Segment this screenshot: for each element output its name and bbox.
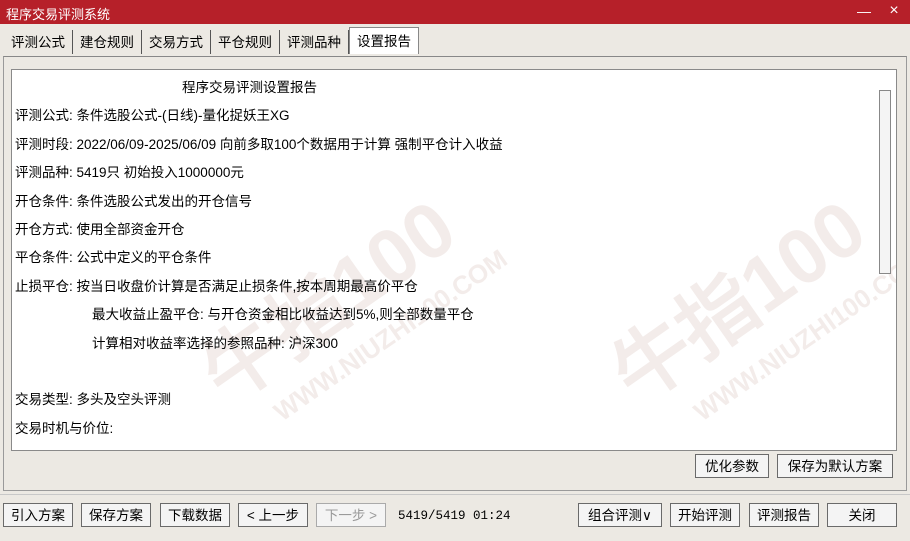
report-line: 平仓条件: 公式中定义的平仓条件 bbox=[15, 250, 212, 265]
vertical-scrollbar[interactable] bbox=[876, 70, 893, 450]
close-icon[interactable]: × bbox=[884, 1, 904, 21]
report-line: 交易时机与价位: bbox=[15, 421, 114, 436]
tab-close-rules[interactable]: 平仓规则 bbox=[211, 30, 280, 54]
report-line: 评测品种: 5419只 初始投入1000000元 bbox=[15, 165, 244, 180]
watermark-logo-2: 牛指100 bbox=[596, 182, 881, 420]
scrollbar-thumb[interactable] bbox=[879, 90, 891, 274]
report-textarea[interactable]: 牛指100 牛指100 WWW.NIUZHI100.COM WWW.NIUZHI… bbox=[11, 69, 897, 451]
close-button[interactable]: 关闭 bbox=[827, 503, 897, 527]
eval-report-button[interactable]: 评测报告 bbox=[749, 503, 819, 527]
optimize-params-button[interactable]: 优化参数 bbox=[695, 454, 769, 478]
tab-formula[interactable]: 评测公式 bbox=[4, 30, 73, 54]
tab-symbols[interactable]: 评测品种 bbox=[280, 30, 349, 54]
divider bbox=[0, 494, 910, 495]
report-line: 评测时段: 2022/06/09-2025/06/09 向前多取100个数据用于… bbox=[15, 137, 503, 152]
tab-settings-report[interactable]: 设置报告 bbox=[349, 27, 419, 54]
progress-status: 5419/5419 01:24 bbox=[398, 509, 511, 523]
report-line: 开仓方式: 使用全部资金开仓 bbox=[15, 222, 185, 237]
watermark-url-2: WWW.NIUZHI100.COM bbox=[688, 243, 897, 427]
report-line: 交易类型: 多头及空头评测 bbox=[15, 392, 172, 407]
download-data-button[interactable]: 下载数据 bbox=[160, 503, 230, 527]
import-scheme-button[interactable]: 引入方案 bbox=[3, 503, 73, 527]
start-eval-button[interactable]: 开始评测 bbox=[670, 503, 740, 527]
settings-report-panel: 牛指100 牛指100 WWW.NIUZHI100.COM WWW.NIUZHI… bbox=[3, 56, 907, 491]
title-bar: 程序交易评测系统 — × bbox=[0, 0, 910, 24]
tab-trade-method[interactable]: 交易方式 bbox=[142, 30, 211, 54]
report-line: 计算相对收益率选择的参照品种: 沪深300 bbox=[92, 336, 339, 351]
prev-step-button[interactable]: < 上一步 bbox=[238, 503, 308, 527]
report-line: 评测公式: 条件选股公式-(日线)-量化捉妖王XG bbox=[15, 108, 290, 123]
report-line: 止损平仓: 按当日收盘价计算是否满足止损条件,按本周期最高价平仓 bbox=[15, 279, 418, 294]
minimize-icon[interactable]: — bbox=[854, 1, 874, 21]
save-scheme-button[interactable]: 保存方案 bbox=[81, 503, 151, 527]
save-default-button[interactable]: 保存为默认方案 bbox=[777, 454, 893, 478]
tab-bar: 评测公式 建仓规则 交易方式 平仓规则 评测品种 设置报告 bbox=[4, 27, 419, 56]
window-title: 程序交易评测系统 bbox=[6, 7, 111, 22]
report-heading: 程序交易评测设置报告 bbox=[182, 80, 317, 95]
report-line: 开仓条件: 条件选股公式发出的开仓信号 bbox=[15, 194, 253, 209]
report-line: 最大收益止盈平仓: 与开仓资金相比收益达到5%,则全部数量平仓 bbox=[92, 307, 474, 322]
tab-open-rules[interactable]: 建仓规则 bbox=[73, 30, 142, 54]
next-step-button[interactable]: 下一步 > bbox=[316, 503, 386, 527]
combo-eval-button[interactable]: 组合评测∨ bbox=[578, 503, 662, 527]
